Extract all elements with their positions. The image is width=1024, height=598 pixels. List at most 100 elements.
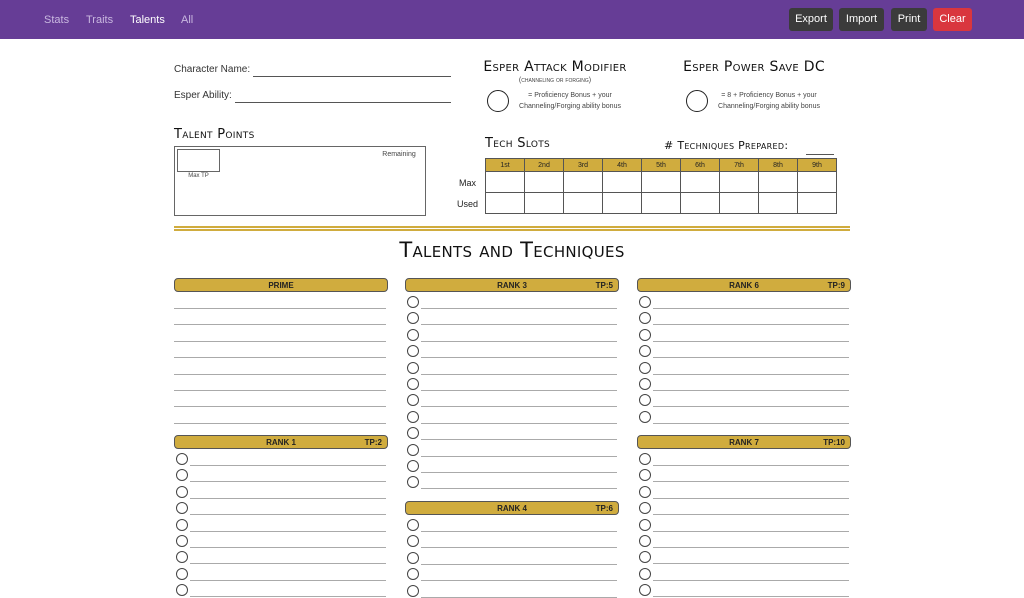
technique-prepared-checkbox[interactable] [407,312,419,325]
technique-entry-line[interactable] [653,373,849,375]
technique-entry-line[interactable] [421,547,617,549]
print-button[interactable]: Print [891,8,927,31]
technique-prepared-checkbox[interactable] [639,535,651,547]
technique-entry-line[interactable] [421,324,617,326]
technique-entry-line[interactable] [653,497,849,499]
technique-prepared-checkbox[interactable] [176,567,188,580]
used-slot-cell[interactable] [524,192,564,214]
used-slot-cell[interactable] [485,192,525,214]
technique-prepared-checkbox[interactable] [407,427,419,440]
technique-prepared-checkbox[interactable] [407,584,419,597]
technique-entry-line[interactable] [190,579,386,581]
technique-prepared-checkbox[interactable] [407,361,419,374]
max-slot-cell[interactable] [524,171,564,193]
technique-prepared-checkbox[interactable] [407,410,419,423]
technique-prepared-checkbox[interactable] [639,567,651,580]
technique-entry-line[interactable] [653,481,849,483]
max-slot-cell[interactable] [485,171,525,193]
technique-entry-line[interactable] [174,422,386,424]
technique-prepared-checkbox[interactable] [407,519,419,531]
technique-entry-line[interactable] [421,563,617,565]
technique-prepared-checkbox[interactable] [407,328,419,341]
technique-prepared-checkbox[interactable] [176,535,188,547]
technique-entry-line[interactable] [421,488,617,490]
technique-prepared-checkbox[interactable] [407,296,419,308]
technique-prepared-checkbox[interactable] [639,502,651,515]
esper-ability-field[interactable] [235,102,451,103]
technique-entry-line[interactable] [421,357,617,359]
used-slot-cell[interactable] [758,192,798,214]
technique-entry-line[interactable] [190,497,386,499]
technique-prepared-checkbox[interactable] [639,296,651,308]
technique-entry-line[interactable] [653,596,849,598]
max-slot-cell[interactable] [758,171,798,193]
technique-entry-line[interactable] [421,422,617,424]
nav-all[interactable]: All [181,14,193,26]
max-slot-cell[interactable] [797,171,837,193]
technique-prepared-checkbox[interactable] [407,568,419,581]
technique-prepared-checkbox[interactable] [176,485,188,498]
attack-modifier-value[interactable] [487,90,509,112]
technique-prepared-checkbox[interactable] [639,328,651,341]
technique-prepared-checkbox[interactable] [639,345,651,358]
used-slot-cell[interactable] [641,192,681,214]
technique-entry-line[interactable] [653,530,849,532]
technique-entry-line[interactable] [421,340,617,342]
technique-entry-line[interactable] [653,514,849,516]
technique-prepared-checkbox[interactable] [407,476,419,489]
technique-entry-line[interactable] [421,472,617,473]
technique-entry-line[interactable] [421,531,617,532]
import-button[interactable]: Import [839,8,884,31]
used-slot-cell[interactable] [563,192,603,214]
nav-stats[interactable]: Stats [44,14,69,26]
technique-prepared-checkbox[interactable] [176,584,188,597]
technique-prepared-checkbox[interactable] [639,312,651,325]
used-slot-cell[interactable] [602,192,642,214]
technique-prepared-checkbox[interactable] [176,469,188,482]
nav-traits[interactable]: Traits [86,14,113,26]
technique-prepared-checkbox[interactable] [639,584,651,597]
technique-entry-line[interactable] [421,308,617,309]
technique-entry-line[interactable] [421,439,617,441]
max-slot-cell[interactable] [602,171,642,193]
technique-entry-line[interactable] [190,547,386,548]
clear-button[interactable]: Clear [933,8,972,31]
technique-entry-line[interactable] [653,390,849,391]
max-slot-cell[interactable] [719,171,759,193]
technique-entry-line[interactable] [421,596,617,598]
max-slot-cell[interactable] [680,171,720,193]
technique-prepared-checkbox[interactable] [639,518,651,531]
technique-entry-line[interactable] [190,530,386,532]
technique-prepared-checkbox[interactable] [639,485,651,498]
export-button[interactable]: Export [789,8,833,31]
technique-prepared-checkbox[interactable] [176,551,188,564]
character-name-field[interactable] [253,76,451,77]
used-slot-cell[interactable] [719,192,759,214]
technique-entry-line[interactable] [174,373,386,375]
technique-entry-line[interactable] [653,406,849,408]
technique-entry-line[interactable] [653,422,849,424]
technique-prepared-checkbox[interactable] [407,551,419,564]
technique-prepared-checkbox[interactable] [407,535,419,548]
max-slot-cell[interactable] [563,171,603,193]
technique-entry-line[interactable] [653,547,849,548]
technique-entry-line[interactable] [653,563,849,565]
technique-prepared-checkbox[interactable] [639,551,651,564]
technique-entry-line[interactable] [174,324,386,326]
technique-prepared-checkbox[interactable] [407,460,419,472]
technique-prepared-checkbox[interactable] [176,518,188,531]
technique-entry-line[interactable] [653,340,849,342]
technique-entry-line[interactable] [653,579,849,581]
techniques-prepared-field[interactable] [806,154,834,155]
technique-entry-line[interactable] [653,357,849,359]
technique-entry-line[interactable] [421,373,617,375]
used-slot-cell[interactable] [680,192,720,214]
technique-entry-line[interactable] [653,324,849,326]
technique-entry-line[interactable] [174,390,386,391]
technique-entry-line[interactable] [174,308,386,309]
technique-prepared-checkbox[interactable] [639,453,651,465]
technique-prepared-checkbox[interactable] [639,378,651,390]
technique-entry-line[interactable] [174,357,386,359]
technique-entry-line[interactable] [421,406,617,408]
nav-talents[interactable]: Talents [130,14,165,26]
